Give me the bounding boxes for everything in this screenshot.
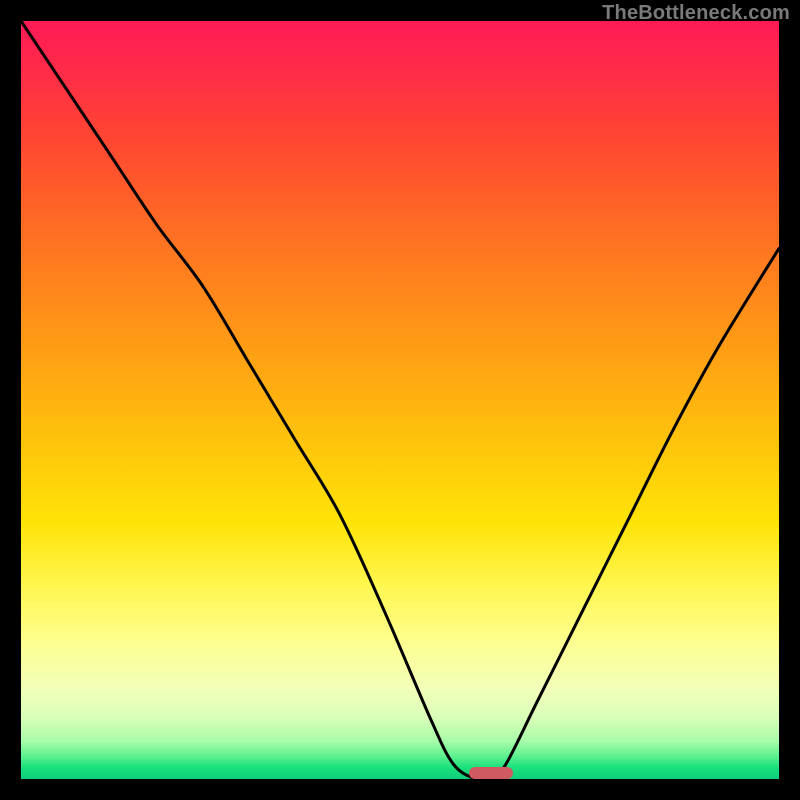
optimal-marker	[469, 767, 513, 779]
curve-path	[21, 21, 779, 779]
bottleneck-curve	[21, 21, 779, 779]
plot-area	[21, 21, 779, 779]
chart-frame: TheBottleneck.com	[0, 0, 800, 800]
watermark-text: TheBottleneck.com	[602, 2, 790, 25]
